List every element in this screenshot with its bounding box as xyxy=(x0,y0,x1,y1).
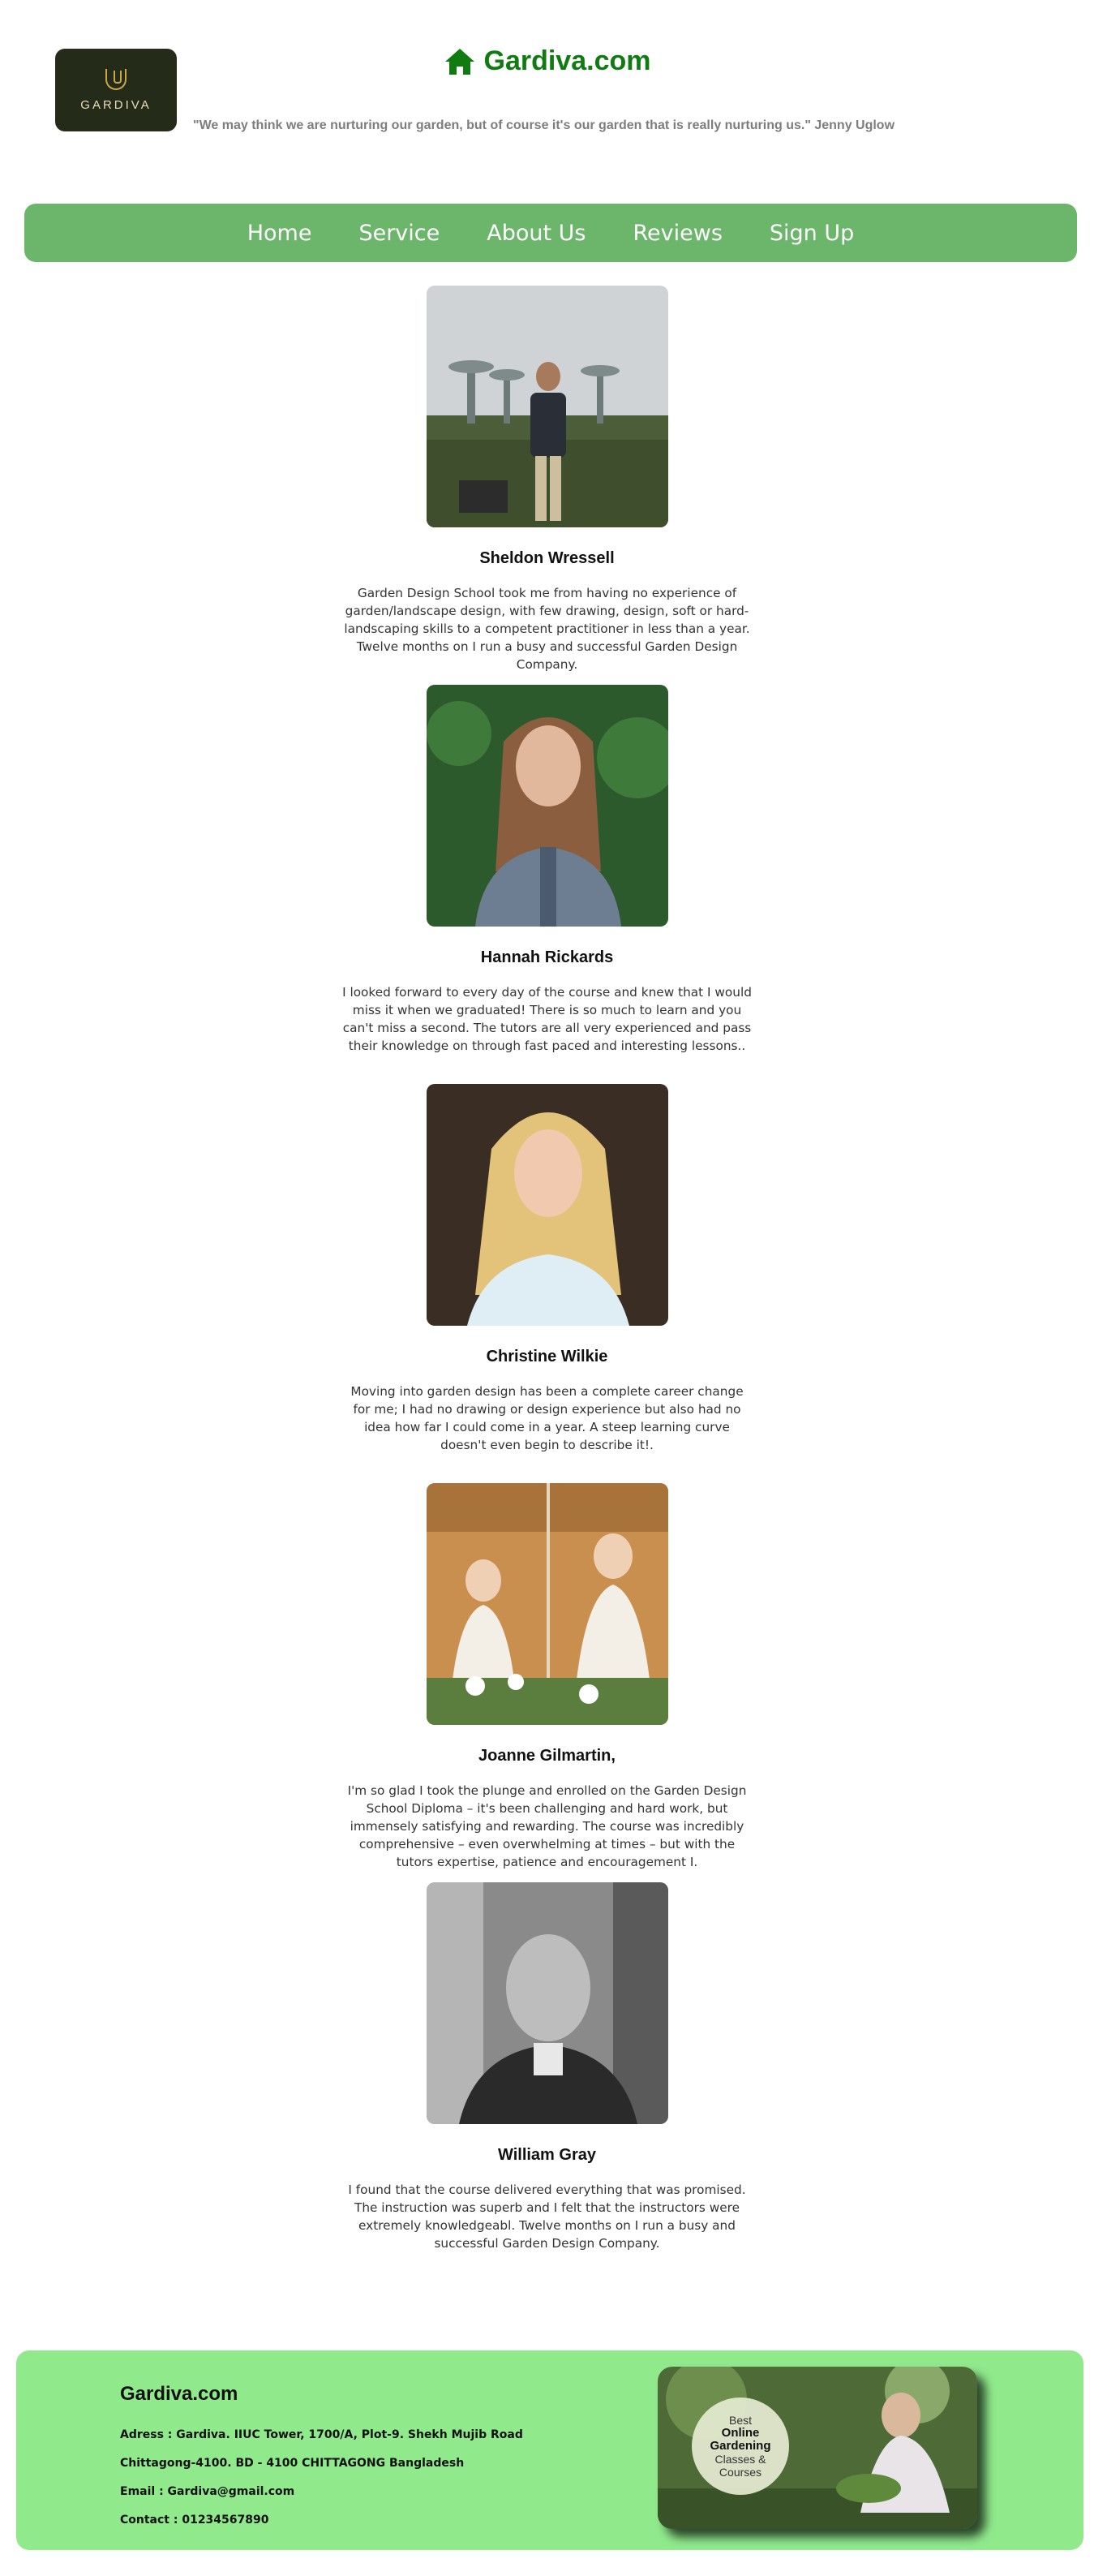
reviewer-photo xyxy=(426,1882,668,2124)
review-card: Christine Wilkie Moving into garden desi… xyxy=(341,1084,754,1464)
footer-contact: Contact : 01234567890 xyxy=(120,2514,269,2527)
footer-email[interactable]: Email : Gardiva@gmail.com xyxy=(120,2485,294,2498)
ad-line5: Courses xyxy=(719,2466,762,2479)
ad-line2: Online xyxy=(721,2426,760,2440)
nav-about-us[interactable]: About Us xyxy=(487,221,586,246)
review-card: Sheldon Wressell Garden Design School to… xyxy=(341,286,754,672)
footer-address-line1: Adress : Gardiva. IIUC Tower, 1700/A, Pl… xyxy=(120,2428,523,2441)
review-card: Hannah Rickards I looked forward to ever… xyxy=(341,685,754,1064)
reviewer-photo xyxy=(426,1084,668,1326)
review-text: I looked forward to every day of the cou… xyxy=(342,985,752,1053)
nav-service[interactable]: Service xyxy=(358,221,440,246)
footer-title: Gardiva.com xyxy=(120,2383,238,2405)
footer-address-line2: Chittagong-4100. BD - 4100 CHITTAGONG Ba… xyxy=(120,2457,465,2470)
review-text: Garden Design School took me from having… xyxy=(344,586,750,672)
ad-line3: Gardening xyxy=(710,2439,771,2453)
reviewer-name: William Gray xyxy=(498,2146,596,2164)
review-text: I'm so glad I took the plunge and enroll… xyxy=(347,1783,747,1869)
review-text: I found that the course delivered everyt… xyxy=(348,2183,746,2251)
main-nav: Home Service About Us Reviews Sign Up xyxy=(24,204,1077,262)
gardening-classes-ad[interactable]: Best Online Gardening Classes & Courses xyxy=(658,2367,977,2529)
nav-home[interactable]: Home xyxy=(247,221,312,246)
header: GARDIVA Gardiva.com "We may think we are… xyxy=(0,0,1094,187)
reviews-list: Sheldon Wressell Garden Design School to… xyxy=(0,286,1094,2262)
nav-sign-up[interactable]: Sign Up xyxy=(770,221,854,246)
reviewer-photo xyxy=(426,1483,668,1725)
reviewer-photo xyxy=(426,286,668,527)
reviewer-name: Hannah Rickards xyxy=(480,948,614,966)
brand-title-text: Gardiva.com xyxy=(483,45,651,76)
logo-text: GARDIVA xyxy=(80,97,152,112)
review-card: William Gray I found that the course del… xyxy=(341,1882,754,2262)
nav-reviews[interactable]: Reviews xyxy=(633,221,723,246)
home-icon xyxy=(444,48,474,75)
reviewer-photo xyxy=(426,685,668,927)
reviewer-name: Joanne Gilmartin, xyxy=(478,1747,616,1765)
brand-title: Gardiva.com xyxy=(0,45,1094,77)
ad-line1: Best xyxy=(728,2414,752,2427)
footer: Gardiva.com Adress : Gardiva. IIUC Tower… xyxy=(16,2350,1083,2550)
reviewer-name: Christine Wilkie xyxy=(486,1348,608,1365)
ad-badge: Best Online Gardening Classes & Courses xyxy=(692,2398,789,2495)
reviewer-name: Sheldon Wressell xyxy=(479,549,615,567)
header-quote: "We may think we are nurturing our garde… xyxy=(193,118,895,132)
review-text: Moving into garden design has been a com… xyxy=(350,1384,744,1452)
review-card: Joanne Gilmartin, I'm so glad I took the… xyxy=(341,1483,754,1869)
ad-line4: Classes & xyxy=(714,2453,766,2466)
